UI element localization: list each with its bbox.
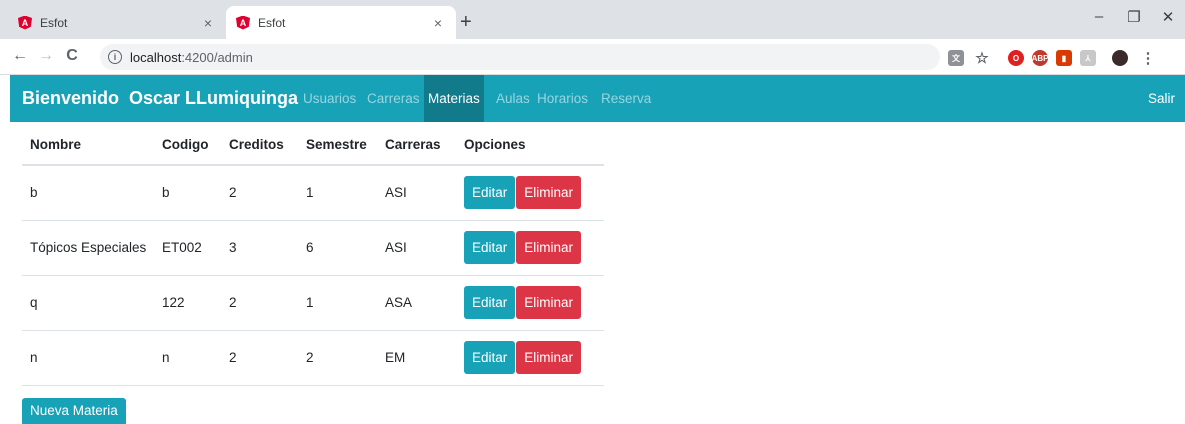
opera-icon[interactable]: O [1008, 50, 1024, 66]
nav-link-reserva[interactable]: Reserva [597, 75, 655, 122]
back-button[interactable]: ← [10, 47, 30, 65]
browser-tab-2[interactable]: A Esfot × [226, 6, 456, 39]
cell-opciones: Editar Eliminar [456, 220, 604, 276]
cell-creditos: 2 [221, 275, 298, 331]
cell-codigo: b [154, 165, 221, 221]
navbar-brand[interactable]: Bienvenido Oscar LLumiquinga [22, 88, 298, 109]
translate-icon[interactable]: 文 [948, 50, 964, 66]
kebab-menu-icon[interactable]: ⋮ [1140, 50, 1156, 67]
edit-button[interactable]: Editar [464, 231, 516, 264]
adblock-icon[interactable]: ABP [1032, 50, 1048, 66]
table-row: Tópicos Especiales ET002 3 6 ASI Editar E… [22, 220, 604, 276]
address-bar[interactable]: i localhost:4200/admin [100, 44, 940, 70]
forward-button[interactable]: → [36, 47, 56, 65]
cell-carreras: EM [377, 330, 456, 386]
cell-nombre: q [22, 275, 154, 331]
cell-carreras: ASA [377, 275, 456, 331]
minimize-button[interactable]: – [1089, 8, 1109, 25]
cell-codigo: ET002 [154, 220, 221, 276]
logout-link[interactable]: Salir [1148, 75, 1175, 122]
header-carreras: Carreras [377, 125, 456, 166]
office-icon[interactable]: ▮ [1056, 50, 1072, 66]
cell-carreras: ASI [377, 220, 456, 276]
cell-carreras: ASI [377, 165, 456, 221]
header-codigo: Codigo [154, 125, 221, 166]
window-close-button[interactable]: ✕ [1158, 8, 1178, 26]
table-row: b b 2 1 ASI Editar Eliminar [22, 165, 604, 221]
browser-toolbar: ← → C i localhost:4200/admin 文 ☆ O ABP ▮… [0, 39, 1185, 75]
delete-button[interactable]: Eliminar [516, 176, 582, 210]
browser-tab-1[interactable]: A Esfot × [8, 6, 226, 39]
new-materia-button[interactable]: Nueva Materia [22, 398, 126, 424]
info-icon[interactable]: i [108, 50, 122, 64]
cell-semestre: 2 [298, 330, 377, 386]
edit-button[interactable]: Editar [464, 341, 516, 374]
cell-creditos: 3 [221, 220, 298, 276]
cell-semestre: 1 [298, 165, 377, 221]
edit-button[interactable]: Editar [464, 286, 516, 319]
nav-link-materias[interactable]: Materias [424, 75, 484, 122]
cell-creditos: 2 [221, 330, 298, 386]
header-creditos: Creditos [221, 125, 298, 166]
tab-title: Esfot [40, 15, 68, 30]
avatar[interactable] [1112, 50, 1128, 66]
tab-close-icon[interactable]: × [430, 15, 446, 31]
cell-semestre: 6 [298, 220, 377, 276]
cell-codigo: n [154, 330, 221, 386]
materias-table: Nombre Codigo Creditos Semestre Carreras… [22, 125, 604, 386]
url-host: localhost [130, 49, 182, 65]
cell-nombre: b [22, 165, 154, 221]
edit-button[interactable]: Editar [464, 176, 516, 210]
table-row: n n 2 2 EM Editar Eliminar [22, 330, 604, 386]
table-header-row: Nombre Codigo Creditos Semestre Carreras… [22, 125, 604, 166]
nav-link-horarios[interactable]: Horarios [533, 75, 592, 122]
nav-link-carreras[interactable]: Carreras [363, 75, 424, 122]
url-path: :4200/admin [181, 49, 253, 65]
star-icon[interactable]: ☆ [974, 50, 990, 67]
cell-creditos: 2 [221, 165, 298, 221]
table-row: q 122 2 1 ASA Editar Eliminar [22, 275, 604, 331]
angular-icon: A [18, 15, 32, 30]
angular-icon: A [236, 15, 250, 30]
app-navbar: Bienvenido Oscar LLumiquinga Usuarios Ca… [10, 75, 1185, 122]
nav-link-aulas[interactable]: Aulas [492, 75, 534, 122]
new-tab-button[interactable]: + [460, 12, 472, 32]
delete-button[interactable]: Eliminar [516, 286, 582, 319]
nav-link-usuarios[interactable]: Usuarios [299, 75, 360, 122]
header-semestre: Semestre [298, 125, 377, 166]
pdf-icon[interactable]: ⅄ [1080, 50, 1096, 66]
browser-tab-strip: A Esfot × A Esfot × + – ❐ ✕ [0, 0, 1185, 39]
cell-nombre: Tópicos Especiales [22, 220, 154, 276]
cell-semestre: 1 [298, 275, 377, 331]
tab-close-icon[interactable]: × [200, 15, 216, 31]
cell-opciones: Editar Eliminar [456, 330, 604, 386]
header-opciones: Opciones [456, 125, 604, 166]
maximize-button[interactable]: ❐ [1124, 8, 1144, 26]
reload-button[interactable]: C [62, 47, 82, 65]
delete-button[interactable]: Eliminar [516, 341, 582, 374]
cell-opciones: Editar Eliminar [456, 165, 604, 221]
cell-codigo: 122 [154, 275, 221, 331]
tab-title: Esfot [258, 15, 286, 30]
cell-nombre: n [22, 330, 154, 386]
cell-opciones: Editar Eliminar [456, 275, 604, 331]
delete-button[interactable]: Eliminar [516, 231, 582, 264]
header-nombre: Nombre [22, 125, 154, 166]
